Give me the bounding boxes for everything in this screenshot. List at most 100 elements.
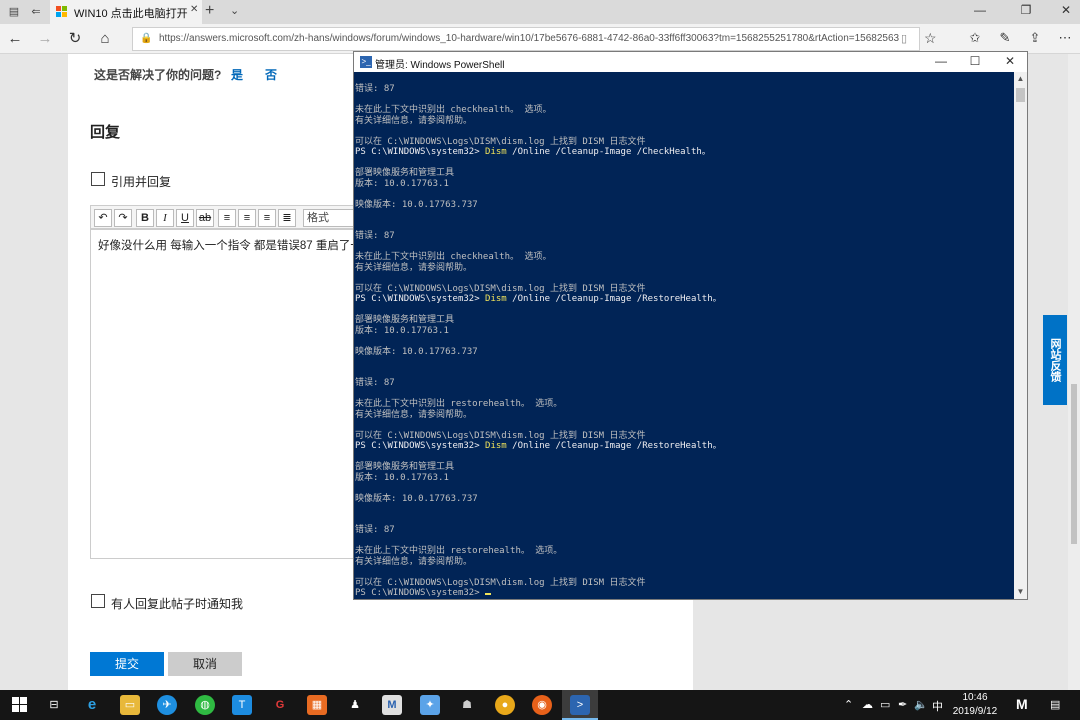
console-line: PS C:\WINDOWS\system32> Dism /Online /Cl… [355,147,711,157]
ime-indicator[interactable]: 中 [932,698,943,714]
favorite-star-icon[interactable]: ☆ [924,30,937,47]
close-icon[interactable]: ✕ [1056,3,1076,17]
powershell-icon: >_ [360,56,372,68]
tab-manager-icon[interactable]: ▤ [6,4,22,20]
app-bird-icon[interactable]: ✈ [157,695,177,715]
tray-volume-icon[interactable]: 🔈 [914,698,928,711]
quote-reply-checkbox[interactable] [91,172,105,186]
console-scrollbar-thumb[interactable] [1016,88,1025,102]
app-orange-icon[interactable]: ● [495,695,515,715]
console-line: 可以在 C:\WINDOWS\Logs\DISM\dism.log 上找到 DI… [355,577,646,588]
back-icon[interactable]: ← [6,30,24,48]
pen-icon[interactable]: ✎ [996,30,1014,46]
page-scrollbar[interactable] [1068,54,1080,690]
app-red-g-icon[interactable]: G [270,695,290,715]
home-icon[interactable]: ⌂ [96,30,114,48]
back-to-tabs-icon[interactable]: ⇐ [28,4,44,20]
app-robot-icon[interactable]: ☗ [457,695,477,715]
scroll-up-icon[interactable]: ▲ [1014,72,1027,86]
taskbar-powershell-active[interactable]: > [562,690,598,720]
ps-maximize-icon[interactable]: ☐ [962,54,988,68]
resolved-question: 这是否解决了你的问题? [94,68,222,82]
justify-icon[interactable]: ≣ [278,209,296,227]
powershell-title: 管理员: Windows PowerShell [375,60,505,71]
console-line: 版本: 10.0.17763.1 [355,325,449,336]
page-scrollbar-thumb[interactable] [1071,384,1077,544]
clock-time[interactable]: 10:46 [952,692,998,703]
yes-link[interactable]: 是 [231,66,243,83]
reply-editor[interactable]: 好像没什么用 每输入一个指令 都是错误87 重启了一 [90,229,362,559]
tab-close-icon[interactable]: ✕ [190,4,198,15]
submit-button[interactable]: 提交 [90,652,164,676]
app-office-icon[interactable]: ▦ [307,695,327,715]
ps-close-icon[interactable]: ✕ [997,54,1023,68]
clock-date[interactable]: 2019/9/12 [944,706,1006,717]
share-icon[interactable]: ⇪ [1026,30,1044,46]
app-m-icon[interactable]: M [382,695,402,715]
chevron-down-icon[interactable]: ⌄ [230,4,239,17]
restore-icon[interactable]: ❐ [1016,3,1036,17]
italic-icon[interactable]: I [156,209,174,227]
console-line: 错误: 87 [355,84,395,94]
underline-icon[interactable]: U [176,209,194,227]
cancel-button[interactable]: 取消 [168,652,242,676]
no-link[interactable]: 否 [265,66,277,83]
windows-logo-icon [56,6,68,18]
start-windows-icon[interactable] [10,695,30,715]
console-line: 映像版本: 10.0.17763.737 [355,493,478,504]
tray-cloud-icon[interactable]: ☁ [862,698,873,711]
tab-active[interactable]: WIN10 点击此电脑打开 ✕ [50,0,202,24]
site-feedback-tab[interactable]: 网站反馈 [1043,315,1067,405]
refresh-icon[interactable]: ↻ [66,30,84,48]
wechat-icon[interactable]: ◍ [195,695,215,715]
app-blue-icon[interactable]: T [232,695,252,715]
tray-m-icon[interactable]: M [1016,696,1028,712]
tray-pen-icon[interactable]: ✒ [898,698,907,711]
align-right-icon[interactable]: ≡ [258,209,276,227]
console-scrollbar[interactable]: ▲ ▼ [1014,72,1027,599]
firefox-icon[interactable]: ◉ [532,695,552,715]
tab-bar: ▤ ⇐ WIN10 点击此电脑打开 ✕ + ⌄ — ❐ ✕ [0,0,1080,24]
undo-icon[interactable]: ↶ [94,209,112,227]
tab-title: WIN10 点击此电脑打开 [74,8,188,20]
format-select[interactable]: 格式 [303,209,355,227]
forward-icon[interactable]: → [36,30,54,48]
task-view-icon[interactable]: ⊟ [44,695,64,715]
console-cursor [485,593,492,595]
bold-icon[interactable]: B [136,209,154,227]
url-input[interactable]: 🔒 https://answers.microsoft.com/zh-hans/… [132,27,920,51]
new-tab-icon[interactable]: + [205,2,214,20]
align-center-icon[interactable]: ≡ [238,209,256,227]
redo-icon[interactable]: ↷ [114,209,132,227]
scroll-down-icon[interactable]: ▼ [1014,585,1027,599]
favorites-hub-icon[interactable]: ✩ [966,30,984,46]
console-line: 错误: 87 [355,525,395,535]
console-line: 错误: 87 [355,231,395,241]
ps-minimize-icon[interactable]: — [928,54,954,68]
console-output[interactable]: 错误: 87 未在此上下文中识别出 checkhealth。 选项。 有关详细信息，… [354,72,1014,599]
editor-toolbar: ↶ ↷ B I U ab ≡ ≡ ≡ ≣ 格式 [90,205,355,229]
tray-chevron-up-icon[interactable]: ⌃ [844,698,853,711]
strikethrough-icon[interactable]: ab [196,209,214,227]
reading-view-icon[interactable]: ▯ [901,32,907,45]
app-cat-icon[interactable]: ✦ [420,695,440,715]
notify-checkbox[interactable] [91,594,105,608]
qq-icon[interactable]: ♟ [345,695,365,715]
minimize-icon[interactable]: — [970,3,990,17]
powershell-titlebar[interactable]: >_ 管理员: Windows PowerShell — ☐ ✕ [354,52,1027,72]
more-icon[interactable]: ⋯ [1056,30,1074,46]
edge-icon[interactable]: e [82,695,102,715]
file-explorer-icon[interactable]: ▭ [120,695,140,715]
notification-center-icon[interactable]: ▤ [1050,698,1060,711]
align-left-icon[interactable]: ≡ [218,209,236,227]
taskbar-powershell-icon: > [570,695,590,715]
tray-network-icon[interactable]: ▭ [880,698,890,711]
